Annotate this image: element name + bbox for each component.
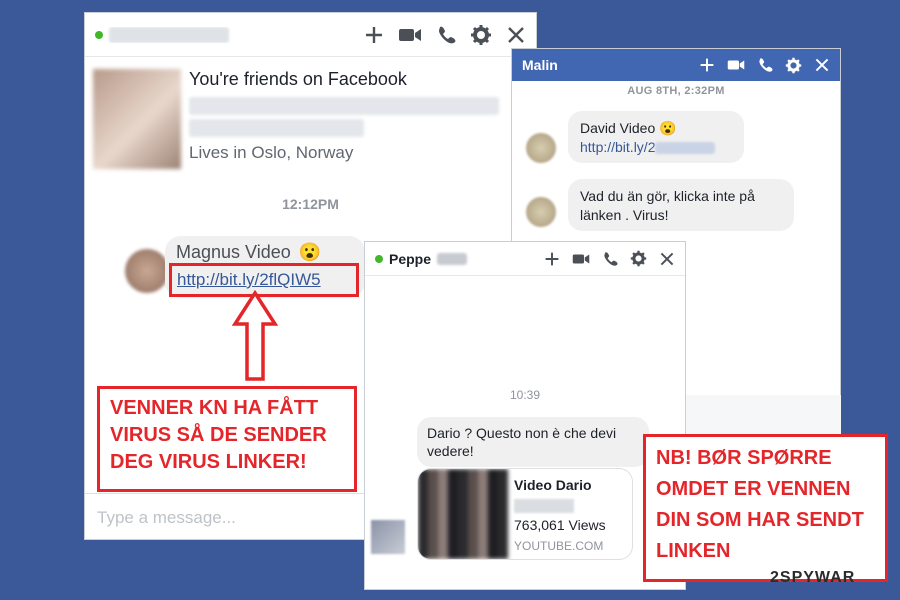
gear-icon[interactable] xyxy=(470,24,492,46)
plus-icon[interactable] xyxy=(699,57,715,73)
plus-icon[interactable] xyxy=(544,251,560,267)
close-icon[interactable] xyxy=(659,251,675,267)
blurred-video-subtitle xyxy=(514,499,574,513)
video-camera-icon[interactable] xyxy=(398,26,422,44)
video-source: YOUTUBE.COM xyxy=(514,539,604,553)
online-indicator-icon xyxy=(375,254,383,263)
chat-window-peppe: Peppe 10:39 Dario ? Questo non è che dev… xyxy=(364,241,686,590)
phone-icon[interactable] xyxy=(602,251,618,267)
phone-icon[interactable] xyxy=(757,57,773,73)
plus-icon[interactable] xyxy=(364,25,384,45)
video-camera-icon[interactable] xyxy=(572,252,590,266)
online-indicator-icon xyxy=(95,30,103,39)
video-views: 763,061 Views xyxy=(514,517,606,533)
message-sender-text: Magnus Video 😮 xyxy=(176,242,321,263)
friends-status-text: You're friends on Facebook xyxy=(189,69,407,89)
blurred-job-line-1 xyxy=(189,97,499,115)
contact-name: Peppe xyxy=(389,250,432,267)
warning-box: VENNER KN HA FÅTT VIRUS SÅ DE SENDER DEG… xyxy=(97,386,357,492)
profile-photo[interactable] xyxy=(93,69,181,169)
surprised-emoji-icon: 😮 xyxy=(298,242,322,262)
suspicious-link[interactable]: http://bit.ly/2 xyxy=(580,139,655,155)
chat-header: Peppe xyxy=(365,242,685,276)
video-camera-icon[interactable] xyxy=(727,58,745,72)
message-bubble: Dario ? Questo non è che devi vedere! xyxy=(417,417,649,467)
watermark-logo: 2SPYWAR xyxy=(770,569,856,586)
close-icon[interactable] xyxy=(814,57,830,73)
blurred-contact-name xyxy=(109,26,229,43)
message-title: David Video xyxy=(580,120,656,136)
gear-icon[interactable] xyxy=(630,250,647,267)
location-text: Lives in Oslo, Norway xyxy=(189,143,354,162)
video-title: Video Dario xyxy=(514,477,592,493)
video-preview-card[interactable]: Video Dario 763,061 Views YOUTUBE.COM xyxy=(417,468,633,560)
close-icon[interactable] xyxy=(506,25,526,45)
message-date: AUG 8TH, 2:32PM xyxy=(627,85,725,97)
phone-icon[interactable] xyxy=(436,25,456,45)
blurred-surname xyxy=(437,252,468,265)
warning-message-text: Vad du än gör, klicka inte på länken . V… xyxy=(568,179,794,231)
message-title: Magnus Video xyxy=(176,242,291,262)
message-timestamp: 12:12PM xyxy=(282,196,339,212)
avatar[interactable] xyxy=(371,520,405,554)
warning-box: NB! BØR SPØRRE OMDET ER VENNEN DIN SOM H… xyxy=(643,434,888,582)
up-arrow-icon xyxy=(232,290,278,381)
surprised-emoji-icon: 😮 xyxy=(659,120,677,136)
message-bubble: David Video 😮 http://bit.ly/2 xyxy=(568,111,744,163)
message-timestamp: 10:39 xyxy=(509,388,541,402)
avatar[interactable] xyxy=(526,133,556,163)
chat-header: Malin xyxy=(512,49,840,81)
blurred-job-line-2 xyxy=(189,119,364,137)
blurred-link-tail xyxy=(655,142,716,155)
gear-icon[interactable] xyxy=(785,57,802,74)
avatar[interactable] xyxy=(125,249,169,293)
chat-title[interactable]: Peppe xyxy=(375,251,544,267)
video-thumbnail[interactable] xyxy=(418,469,508,559)
chat-title[interactable]: Malin xyxy=(522,57,699,73)
chat-title[interactable] xyxy=(95,26,364,43)
chat-header xyxy=(85,13,536,57)
avatar[interactable] xyxy=(526,197,556,227)
